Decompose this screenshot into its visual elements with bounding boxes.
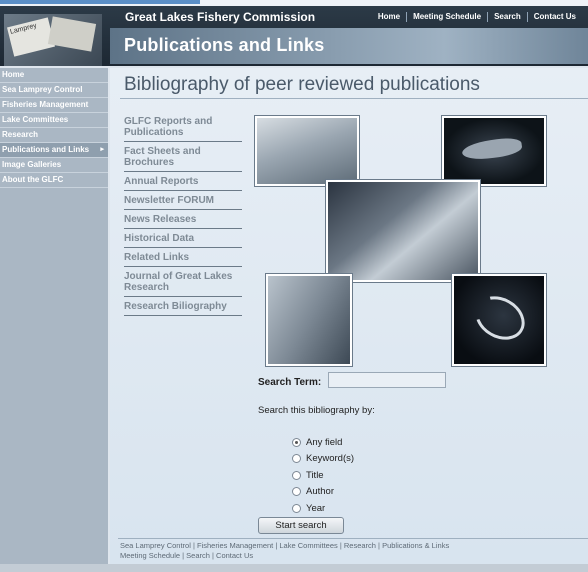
sidebar-item-label: Fisheries Management bbox=[2, 100, 89, 109]
sidebar-item-sea-lamprey-control[interactable]: Sea Lamprey Control bbox=[0, 83, 108, 98]
logo[interactable]: Lamprey bbox=[4, 14, 102, 66]
fish-shape bbox=[461, 135, 523, 163]
page-title: Bibliography of peer reviewed publicatio… bbox=[124, 74, 480, 95]
sidebar-item-lake-committees[interactable]: Lake Committees bbox=[0, 113, 108, 128]
subnav-item-fact-sheets[interactable]: Fact Sheets and Brochures bbox=[124, 142, 242, 172]
search-field-options: Any field Keyword(s) Title Author Year bbox=[292, 434, 354, 517]
option-any-field[interactable]: Any field bbox=[292, 434, 354, 451]
sidebar-item-publications-and-links[interactable]: Publications and Links ▸ bbox=[0, 143, 108, 158]
sidebar-item-home[interactable]: Home bbox=[0, 68, 108, 83]
sidebar-item-label: Research bbox=[2, 130, 39, 139]
option-label: Year bbox=[306, 502, 326, 514]
footer-divider bbox=[118, 538, 588, 539]
title-divider bbox=[120, 98, 588, 105]
top-nav: Home Meeting Schedule Search Contact Us bbox=[372, 12, 582, 22]
top-nav-home[interactable]: Home bbox=[372, 12, 406, 22]
publications-subnav: GLFC Reports and Publications Fact Sheet… bbox=[124, 112, 242, 316]
photo-lab-researcher bbox=[266, 274, 352, 366]
option-title[interactable]: Title bbox=[292, 467, 354, 484]
subnav-item-glfc-reports[interactable]: GLFC Reports and Publications bbox=[124, 112, 242, 142]
option-label: Any field bbox=[306, 436, 343, 448]
top-nav-meeting-schedule[interactable]: Meeting Schedule bbox=[406, 12, 487, 22]
subnav-item-news-releases[interactable]: News Releases bbox=[124, 210, 242, 229]
sidebar-item-image-galleries[interactable]: Image Galleries bbox=[0, 158, 108, 173]
site-header: Lamprey Great Lakes Fishery Commission H… bbox=[0, 6, 588, 66]
sidebar: Home Sea Lamprey Control Fisheries Manag… bbox=[0, 68, 108, 564]
sidebar-item-label: Sea Lamprey Control bbox=[2, 85, 83, 94]
photo-handling-fish bbox=[326, 180, 480, 282]
sidebar-item-label: Lake Committees bbox=[2, 115, 69, 124]
search-by-label: Search this bibliography by: bbox=[258, 405, 375, 416]
top-nav-search[interactable]: Search bbox=[487, 12, 527, 22]
option-label: Keyword(s) bbox=[306, 453, 355, 465]
sidebar-item-label: Home bbox=[2, 70, 25, 79]
sidebar-item-label: Publications and Links bbox=[2, 145, 90, 154]
radio-button[interactable] bbox=[292, 487, 301, 497]
radio-button[interactable] bbox=[292, 503, 301, 513]
shrimp-shape bbox=[467, 287, 533, 349]
sidebar-item-about-the-glfc[interactable]: About the GLFC bbox=[0, 173, 108, 188]
radio-button[interactable] bbox=[292, 454, 301, 464]
logo-card: Lamprey bbox=[6, 17, 56, 57]
footer-links: Sea Lamprey Control | Fisheries Manageme… bbox=[120, 541, 449, 561]
chevron-right-icon: ▸ bbox=[100, 146, 104, 153]
subnav-item-journal-great-lakes-research[interactable]: Journal of Great Lakes Research bbox=[124, 267, 242, 297]
photo-fish bbox=[442, 116, 546, 186]
subnav-item-research-bibliography[interactable]: Research Biliography bbox=[124, 297, 242, 316]
search-term-input[interactable] bbox=[328, 372, 446, 388]
sidebar-item-research[interactable]: Research bbox=[0, 128, 108, 143]
option-keywords[interactable]: Keyword(s) bbox=[292, 451, 354, 468]
search-term-label: Search Term: bbox=[258, 377, 322, 388]
option-year[interactable]: Year bbox=[292, 500, 354, 517]
subnav-item-related-links[interactable]: Related Links bbox=[124, 248, 242, 267]
start-search-button[interactable]: Start search bbox=[258, 517, 344, 534]
radio-button[interactable] bbox=[292, 470, 301, 480]
org-name: Great Lakes Fishery Commission bbox=[125, 10, 316, 24]
sidebar-item-label: About the GLFC bbox=[2, 175, 64, 184]
footer-line-1[interactable]: Sea Lamprey Control | Fisheries Manageme… bbox=[120, 541, 449, 551]
subnav-item-newsletter-forum[interactable]: Newsletter FORUM bbox=[124, 191, 242, 210]
subnav-item-historical-data[interactable]: Historical Data bbox=[124, 229, 242, 248]
subnav-item-annual-reports[interactable]: Annual Reports bbox=[124, 172, 242, 191]
main-content: Bibliography of peer reviewed publicatio… bbox=[110, 68, 588, 564]
sidebar-item-label: Image Galleries bbox=[2, 160, 62, 169]
top-nav-contact-us[interactable]: Contact Us bbox=[526, 12, 582, 22]
photo-shrimp bbox=[452, 274, 546, 366]
photo-fishermen bbox=[255, 116, 359, 186]
option-author[interactable]: Author bbox=[292, 484, 354, 501]
option-label: Author bbox=[306, 486, 334, 498]
radio-button-selected[interactable] bbox=[292, 437, 301, 447]
sidebar-item-fisheries-management[interactable]: Fisheries Management bbox=[0, 98, 108, 113]
top-accent-strip bbox=[0, 0, 200, 4]
section-title: Publications and Links bbox=[124, 35, 325, 55]
section-banner: Publications and Links bbox=[110, 28, 588, 64]
bottom-bar bbox=[0, 564, 588, 572]
option-label: Title bbox=[306, 469, 324, 481]
footer-line-2[interactable]: Meeting Schedule | Search | Contact Us bbox=[120, 551, 449, 561]
